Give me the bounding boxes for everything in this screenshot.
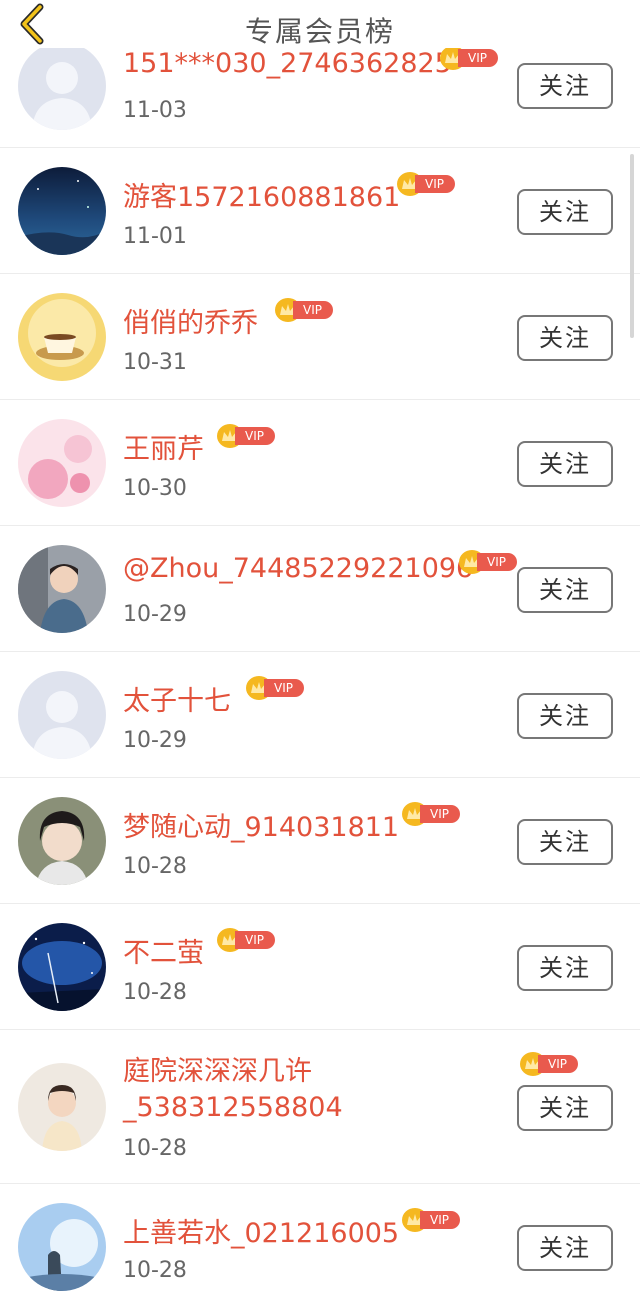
follow-button[interactable]: 关注 [517,315,613,361]
vip-badge: VIP [275,298,333,322]
vip-badge: VIP [402,1208,460,1232]
avatar[interactable] [18,42,106,130]
member-name: 俏俏的乔乔 [123,308,258,339]
member-date: 11-01 [123,224,187,249]
night-sky-avatar-icon [18,167,106,255]
follow-button[interactable]: 关注 [517,63,613,109]
vip-badge: VIP [217,424,275,448]
follow-button[interactable]: 关注 [517,189,613,235]
starry-night-avatar-icon [18,923,106,1011]
member-name: 梦随心动_914031811 [123,812,400,843]
follow-button[interactable]: 关注 [517,945,613,991]
vip-badge: VIP [402,802,460,826]
page-title: 专属会员榜 [244,15,395,48]
follow-button[interactable]: 关注 [517,1085,613,1131]
follow-button[interactable]: 关注 [517,567,613,613]
member-date: 10-30 [123,476,187,501]
member-date: 10-28 [123,980,187,1005]
list-item[interactable]: 梦随心动_914031811 VIP 10-28 关注 [0,778,640,904]
pink-flower-avatar-icon [18,419,106,507]
child-avatar-icon [18,1063,106,1151]
list-item[interactable]: 王丽芹 VIP 10-30 关注 [0,400,640,526]
vip-badge: VIP [217,928,275,952]
list-item[interactable]: 不二萤 VIP 10-28 关注 [0,904,640,1030]
member-date: 10-29 [123,602,187,627]
member-name: 太子十七 [123,686,231,717]
vip-badge: VIP [246,676,304,700]
list-item[interactable]: 游客1572160881861 VIP 11-01 关注 [0,148,640,274]
list-item[interactable]: @Zhou_74485229221096 VIP 10-29 关注 [0,526,640,652]
avatar[interactable] [18,167,106,255]
top-bar: 专属会员榜 [0,0,640,48]
member-date: 10-28 [123,854,187,879]
avatar[interactable] [18,1063,106,1151]
list-item[interactable]: 庭院深深深几许_538312558804 VIP 10-28 关注 [0,1030,640,1184]
member-date: 10-28 [123,1136,187,1161]
follow-button[interactable]: 关注 [517,819,613,865]
avatar[interactable] [18,1203,106,1291]
sky-silhouette-avatar-icon [18,1203,106,1291]
vip-badge: VIP [459,550,517,574]
member-date: 10-29 [123,728,187,753]
avatar[interactable] [18,671,106,759]
member-date: 11-03 [123,98,187,123]
list-item[interactable]: 俏俏的乔乔 VIP 10-31 关注 [0,274,640,400]
avatar[interactable] [18,545,106,633]
member-name: 上善若水_021216005 [123,1218,400,1249]
list-item[interactable]: 太子十七 VIP 10-29 关注 [0,652,640,778]
member-name: 游客1572160881861 [123,182,401,213]
vip-badge: VIP [397,172,455,196]
avatar[interactable] [18,293,106,381]
default-avatar-icon [18,42,106,130]
follow-button[interactable]: 关注 [517,693,613,739]
default-avatar-icon [18,671,106,759]
list-item[interactable]: 上善若水_021216005 VIP 10-28 关注 [0,1184,640,1304]
avatar[interactable] [18,923,106,1011]
girl-portrait-avatar-icon [18,797,106,885]
member-date: 10-28 [123,1258,187,1283]
member-date: 10-31 [123,350,187,375]
vip-badge: VIP [520,1052,578,1076]
follow-button[interactable]: 关注 [517,441,613,487]
member-name: 王丽芹 [123,434,204,465]
member-name: 151***030_2746362825 [123,48,452,79]
scrollbar[interactable] [630,154,634,338]
avatar[interactable] [18,797,106,885]
member-name: 不二萤 [123,938,204,969]
young-man-avatar-icon [18,545,106,633]
member-name: 庭院深深深几许_538312558804 [123,1056,343,1123]
avatar[interactable] [18,419,106,507]
coffee-cup-avatar-icon [18,293,106,381]
member-name: @Zhou_74485229221096 [123,553,474,584]
follow-button[interactable]: 关注 [517,1225,613,1271]
